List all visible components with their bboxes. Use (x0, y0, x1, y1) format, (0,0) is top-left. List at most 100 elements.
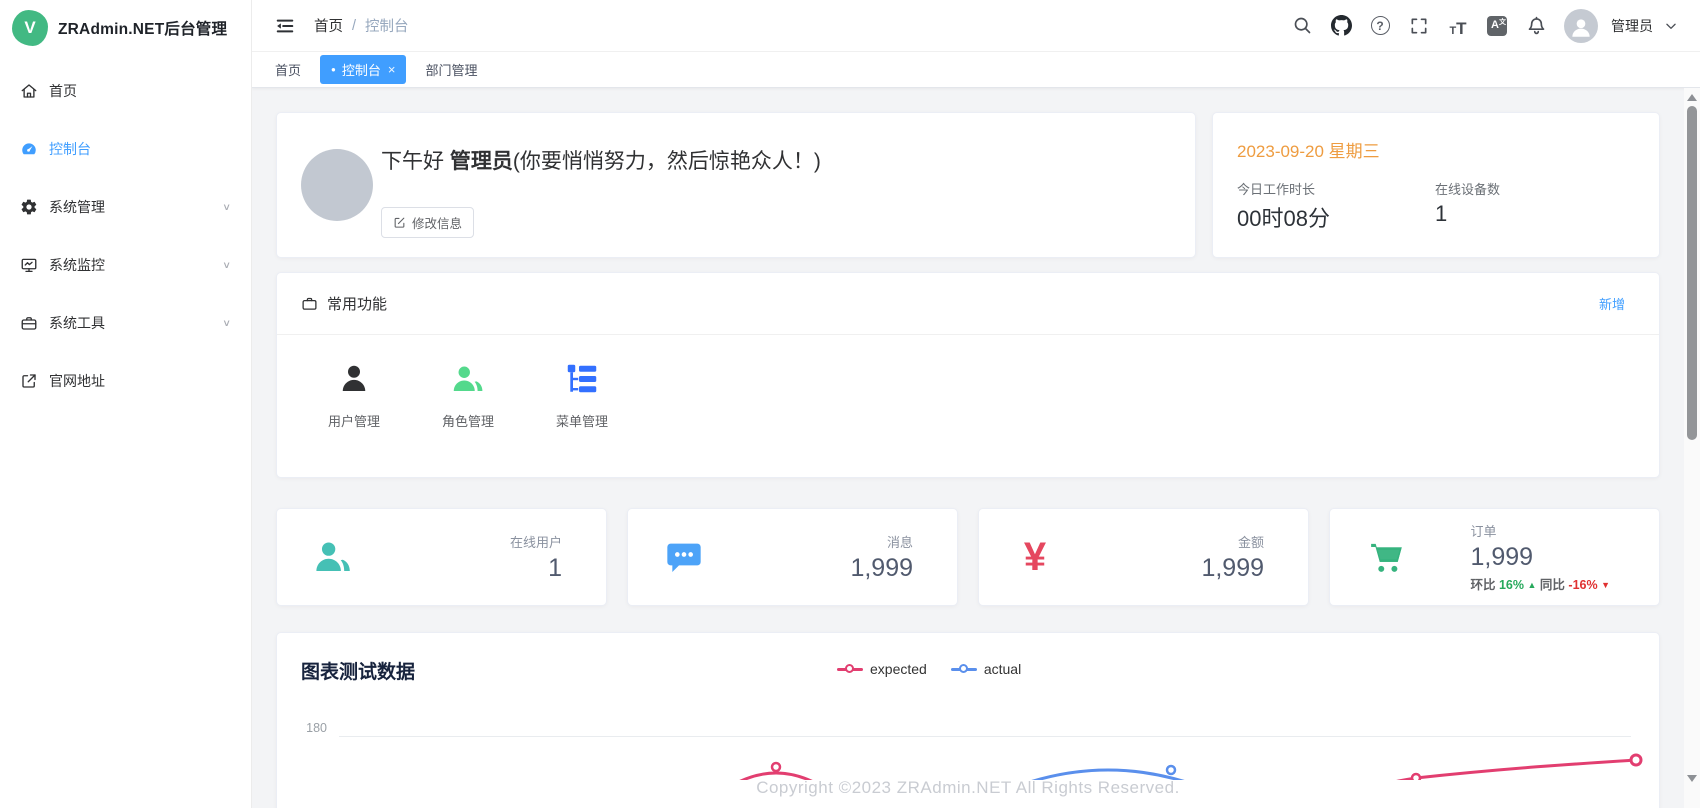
home-icon (20, 82, 38, 100)
sidebar-item-home[interactable]: 首页 (0, 62, 251, 120)
mom-value: 16% (1499, 578, 1524, 592)
github-icon[interactable] (1330, 15, 1352, 37)
today-date: 2023-09-20 星期三 (1237, 137, 1380, 162)
chevron-down-icon: ∨ (222, 201, 231, 212)
quick-functions-title: 常用功能 (327, 293, 387, 314)
quick-functions-header: 常用功能 新增 (277, 273, 1659, 335)
sidebar-item-label: 官网地址 (49, 371, 105, 391)
sidebar-item-system-monitor[interactable]: 系统监控 ∨ (0, 236, 251, 294)
navbar-actions: ? TT A文 管理员 (1291, 9, 1678, 43)
chart-legend: expected actual (837, 661, 1021, 677)
sidebar-item-dashboard[interactable]: 控制台 (0, 120, 251, 178)
app-logo: V (12, 10, 48, 46)
help-icon[interactable]: ? (1369, 15, 1391, 37)
edit-profile-button[interactable]: 修改信息 (381, 207, 474, 238)
legend-item-actual[interactable]: actual (951, 661, 1021, 677)
sidebar-item-label: 系统工具 (49, 313, 105, 333)
legend-marker-expected (837, 664, 863, 674)
stat-card-orders: 订单 1,999 环比 16% ▲ 同比 -16% ▼ (1329, 508, 1660, 606)
vertical-scrollbar[interactable] (1684, 88, 1700, 808)
stat-label: 订单 (1470, 521, 1610, 540)
users-icon (311, 535, 355, 579)
down-arrow-icon: ▼ (1601, 580, 1610, 590)
gridline (339, 736, 1631, 737)
tab-home[interactable]: 首页 (264, 55, 312, 84)
legend-item-expected[interactable]: expected (837, 661, 927, 677)
chart-curves (277, 741, 1661, 780)
font-size-icon[interactable]: TT (1447, 15, 1469, 37)
help-glyph: ? (1376, 19, 1383, 33)
translate-icon[interactable]: A文 (1486, 15, 1508, 37)
quick-functions-card: 常用功能 新增 用户管理 角色管理 菜单管理 (276, 272, 1660, 478)
yuan-icon: ¥ (1013, 535, 1057, 579)
stat-value: 1,999 (1201, 554, 1264, 583)
add-quick-function-link[interactable]: 新增 (1599, 294, 1625, 313)
sidebar-item-website[interactable]: 官网地址 (0, 352, 251, 410)
legend-marker-actual (951, 664, 977, 674)
yoy-label: 同比 (1540, 578, 1565, 592)
stat-value: 1,999 (850, 554, 913, 583)
fullscreen-icon[interactable] (1408, 15, 1430, 37)
top-navbar: 首页 / 控制台 ? TT A文 管理员 (252, 0, 1700, 52)
sidebar-menu: 首页 控制台 系统管理 ∨ 系统监控 ∨ 系统工具 (0, 62, 251, 410)
gear-icon (20, 198, 38, 216)
profile-avatar[interactable] (301, 149, 373, 221)
stat-value: 1 (510, 554, 562, 583)
logo-letter: V (24, 18, 35, 38)
dashboard-icon (20, 140, 38, 158)
chart-title: 图表测试数据 (301, 657, 415, 684)
sidebar: V ZRAdmin.NET后台管理 首页 控制台 系统管理 ∨ 系 (0, 0, 252, 808)
edit-icon (393, 216, 406, 229)
user-avatar[interactable] (1564, 9, 1598, 43)
quick-functions-body: 用户管理 角色管理 菜单管理 (277, 335, 1659, 430)
notification-bell-icon[interactable] (1525, 15, 1547, 37)
chevron-down-icon: ∨ (222, 317, 231, 328)
greeting-username: 管理员 (450, 150, 513, 173)
online-devices-value: 1 (1435, 201, 1447, 227)
fold-sidebar-icon[interactable] (274, 15, 296, 37)
chevron-down-icon: ∨ (222, 259, 231, 270)
tab-dashboard[interactable]: ● 控制台 × (320, 55, 406, 84)
scrollbar-up-arrow[interactable] (1687, 94, 1697, 101)
page-tabs: 首页 ● 控制台 × 部门管理 (252, 52, 1700, 88)
sidebar-item-system-tools[interactable]: 系统工具 ∨ (0, 294, 251, 352)
stat-label: 在线用户 (510, 532, 562, 551)
breadcrumb: 首页 / 控制台 (314, 15, 409, 36)
stat-card-online-users: 在线用户 1 (276, 508, 607, 606)
breadcrumb-current: 控制台 (365, 15, 409, 36)
main-content: 下午好 管理员(你要悄悄努力，然后惊艳众人！) 修改信息 2023-09-20 … (252, 88, 1700, 808)
stat-value: 1,999 (1470, 543, 1610, 572)
user-menu-chevron-icon[interactable] (1664, 19, 1678, 33)
sidebar-item-system-admin[interactable]: 系统管理 ∨ (0, 178, 251, 236)
scrollbar-down-arrow[interactable] (1687, 775, 1697, 782)
quick-item-menu-management[interactable]: 菜单管理 (542, 359, 622, 430)
tab-close-icon[interactable]: × (388, 62, 396, 77)
users-icon (428, 359, 508, 397)
breadcrumb-home[interactable]: 首页 (314, 15, 343, 36)
stat-card-amount: ¥ 金额 1,999 (978, 508, 1309, 606)
app-title: ZRAdmin.NET后台管理 (58, 17, 227, 39)
online-devices-label: 在线设备数 (1435, 179, 1500, 198)
today-card: 2023-09-20 星期三 今日工作时长 在线设备数 00时08分 1 (1212, 112, 1660, 258)
user-name[interactable]: 管理员 (1611, 16, 1653, 36)
cart-icon (1364, 535, 1408, 579)
stat-label: 消息 (850, 532, 913, 551)
y-axis-tick-180: 180 (299, 721, 327, 735)
work-duration-label: 今日工作时长 (1237, 179, 1315, 198)
stat-card-messages: 消息 1,999 (627, 508, 958, 606)
message-icon (662, 535, 706, 579)
stat-comparison: 环比 16% ▲ 同比 -16% ▼ (1470, 574, 1610, 593)
tab-departments[interactable]: 部门管理 (414, 55, 488, 84)
sidebar-item-label: 控制台 (49, 139, 91, 159)
search-icon[interactable] (1291, 15, 1313, 37)
welcome-card: 下午好 管理员(你要悄悄努力，然后惊艳众人！) 修改信息 (276, 112, 1196, 258)
footer-copyright: Copyright ©2023 ZRAdmin.NET All Rights R… (252, 778, 1684, 798)
quick-item-user-management[interactable]: 用户管理 (314, 359, 394, 430)
scrollbar-thumb[interactable] (1687, 106, 1697, 440)
sidebar-item-label: 首页 (49, 81, 77, 101)
quick-item-role-management[interactable]: 角色管理 (428, 359, 508, 430)
yoy-value: -16% (1568, 578, 1597, 592)
app-logo-row[interactable]: V ZRAdmin.NET后台管理 (0, 0, 251, 56)
external-link-icon (20, 372, 38, 390)
sidebar-item-label: 系统管理 (49, 197, 105, 217)
